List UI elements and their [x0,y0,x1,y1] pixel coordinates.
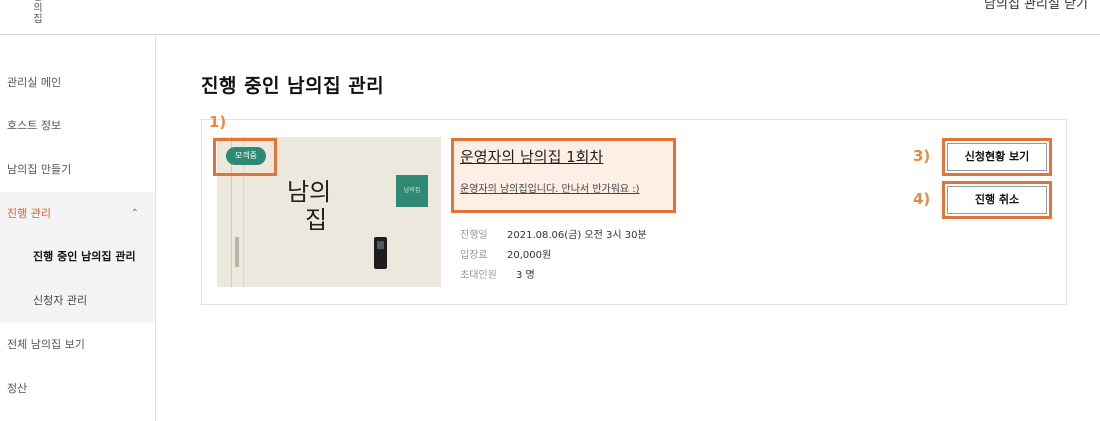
annotation-label: 4) [913,190,931,208]
view-applications-button[interactable]: 신청현황 보기 [947,143,1047,171]
event-title-link[interactable]: 운영자의 남의집 1회차 [460,146,603,167]
date-label: 진행일 [460,230,488,241]
close-management-link[interactable]: 남의집 관리실 닫기 [984,0,1088,12]
door-handle [235,237,239,267]
logo-char: 집 [33,14,43,25]
invite-value: 3 명 [516,270,535,281]
annotation-label: 3) [913,147,931,165]
status-badge: 모객중 [226,147,266,165]
top-bar: 남 의 집 남의집 관리실 닫기 [0,0,1100,35]
page-title: 진행 중인 남의집 관리 [201,75,385,97]
sidebar-item-main[interactable]: 관리실 메인 [0,61,155,105]
sidebar-item-applicants[interactable]: 신청자 관리 [0,279,155,323]
cancel-progress-button[interactable]: 진행 취소 [947,186,1047,214]
doorlock-icon [374,237,387,269]
logo[interactable]: 남 의 집 [28,0,48,25]
sidebar-item-settlement[interactable]: 정산 [0,367,155,411]
sidebar-item-ongoing[interactable]: 진행 중인 남의집 관리 [0,235,155,279]
sidebar-item-progress[interactable]: 진행 관리 ⌃ [0,192,155,236]
annotation-label: 1) [209,113,227,131]
logo-char: 의 [33,3,43,14]
sidebar-item-all[interactable]: 전체 남의집 보기 [0,323,155,367]
thumbnail-tile: 남의집 [396,175,428,207]
chevron-up-icon: ⌃ [130,208,139,219]
fee-label: 입장료 [460,250,488,261]
thumbnail-text: 남의 [287,178,332,206]
invite-label: 초대인원 [460,270,497,281]
date-value: 2021.08.06(금) 오전 3시 30분 [507,230,647,241]
sidebar-item-host-info[interactable]: 호스트 정보 [0,104,155,148]
sidebar: 관리실 메인 호스트 정보 남의집 만들기 진행 관리 ⌃ 진행 중인 남의집 … [0,35,156,421]
sidebar-item-create[interactable]: 남의집 만들기 [0,148,155,192]
fee-value: 20,000원 [507,250,552,261]
thumbnail-text: 집 [305,206,328,234]
event-description: 운영자의 남의집입니다. 만나서 반가워요 :) [460,184,640,195]
sidebar-item-label: 진행 관리 [7,207,51,220]
